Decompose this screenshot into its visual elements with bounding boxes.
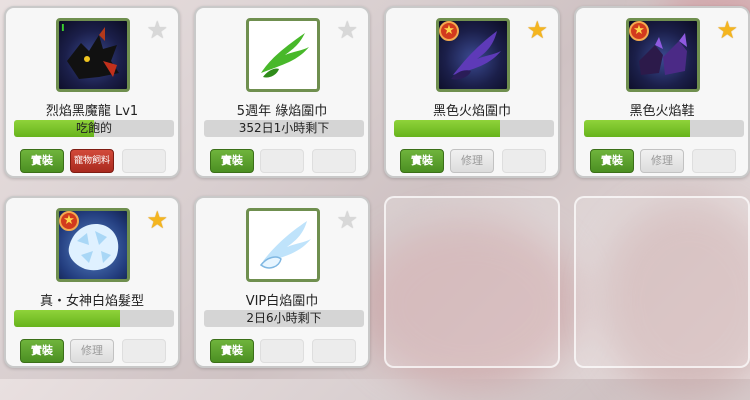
repair-button[interactable]: 修理 [450, 149, 494, 173]
empty-button-slot [312, 339, 356, 363]
item-name: 黑色火焰圍巾 [432, 104, 511, 119]
badge-star-icon: ★ [439, 21, 459, 41]
item-name: 黑色火焰鞋 [629, 104, 695, 119]
equip-button[interactable]: 實裝 [210, 339, 254, 363]
item-card[interactable]: ★ ★ 真・女神白焰髮型 實裝 修理 [4, 196, 180, 368]
item-thumbnail[interactable] [246, 208, 320, 282]
white-wing-scarf-icon [259, 221, 311, 269]
empty-inventory-slot[interactable] [384, 196, 560, 368]
item-thumbnail[interactable] [246, 18, 320, 92]
favorite-star-icon[interactable]: ★ [146, 208, 168, 232]
repair-button[interactable]: 修理 [70, 339, 114, 363]
level-mark: I [61, 23, 65, 34]
pet-food-button[interactable]: 寵物飼料 [70, 149, 114, 173]
favorite-star-icon[interactable]: ★ [336, 18, 358, 42]
item-thumbnail[interactable]: ★ [436, 18, 510, 92]
empty-button-slot [260, 339, 304, 363]
status-bar-text: 2日6小時剩下 [246, 311, 322, 325]
item-name: 烈焰黑魔龍 Lv1 [45, 104, 139, 119]
item-name: 5週年 綠焰圍巾 [236, 104, 328, 119]
status-bar-fill [14, 310, 120, 327]
favorite-star-icon[interactable]: ★ [336, 208, 358, 232]
black-dragon-icon [67, 27, 119, 79]
status-bar: 2日6小時剩下 [204, 310, 364, 327]
favorite-star-icon[interactable]: ★ [146, 18, 168, 42]
empty-button-slot [502, 149, 546, 173]
item-thumbnail[interactable]: ★ [626, 18, 700, 92]
status-bar [584, 120, 744, 137]
empty-button-slot [122, 339, 166, 363]
item-thumbnail[interactable]: I [56, 18, 130, 92]
equip-button[interactable]: 實裝 [590, 149, 634, 173]
item-card[interactable]: ★ VIP白焰圍巾 2日6小時剩下 實裝 [194, 196, 370, 368]
empty-inventory-slot[interactable] [574, 196, 750, 368]
inventory-grid: I ★ 烈焰黑魔龍 Lv1 吃飽的 實裝 寵物飼料 ★ 5週年 綠焰圍巾 352… [0, 0, 750, 379]
favorite-star-icon[interactable]: ★ [526, 18, 548, 42]
empty-button-slot [312, 149, 356, 173]
status-bar-fill [584, 120, 690, 137]
badge-star-icon: ★ [59, 211, 79, 231]
equip-button[interactable]: 實裝 [400, 149, 444, 173]
item-card[interactable]: ★ ★ 黑色火焰圍巾 實裝 修理 [384, 6, 560, 178]
item-thumbnail[interactable]: ★ [56, 208, 130, 282]
equip-button[interactable]: 實裝 [210, 149, 254, 173]
item-name: 真・女神白焰髮型 [39, 294, 144, 309]
item-card[interactable]: ★ ★ 黑色火焰鞋 實裝 修理 [574, 6, 750, 178]
status-bar [14, 310, 174, 327]
green-wing-scarf-icon [261, 33, 309, 78]
status-bar: 吃飽的 [14, 120, 174, 137]
repair-button[interactable]: 修理 [640, 149, 684, 173]
equip-button[interactable]: 實裝 [20, 149, 64, 173]
item-card[interactable]: I ★ 烈焰黑魔龍 Lv1 吃飽的 實裝 寵物飼料 [4, 6, 180, 178]
item-name: VIP白焰圍巾 [245, 294, 319, 309]
badge-star-icon: ★ [629, 21, 649, 41]
status-bar-text: 吃飽的 [75, 121, 112, 135]
empty-button-slot [122, 149, 166, 173]
status-bar [394, 120, 554, 137]
empty-button-slot [692, 149, 736, 173]
status-bar-fill [394, 120, 500, 137]
empty-button-slot [260, 149, 304, 173]
item-card[interactable]: ★ 5週年 綠焰圍巾 352日1小時剩下 實裝 [194, 6, 370, 178]
status-bar-text: 352日1小時剩下 [238, 121, 330, 135]
status-bar: 352日1小時剩下 [204, 120, 364, 137]
favorite-star-icon[interactable]: ★ [716, 18, 738, 42]
equip-button[interactable]: 實裝 [20, 339, 64, 363]
